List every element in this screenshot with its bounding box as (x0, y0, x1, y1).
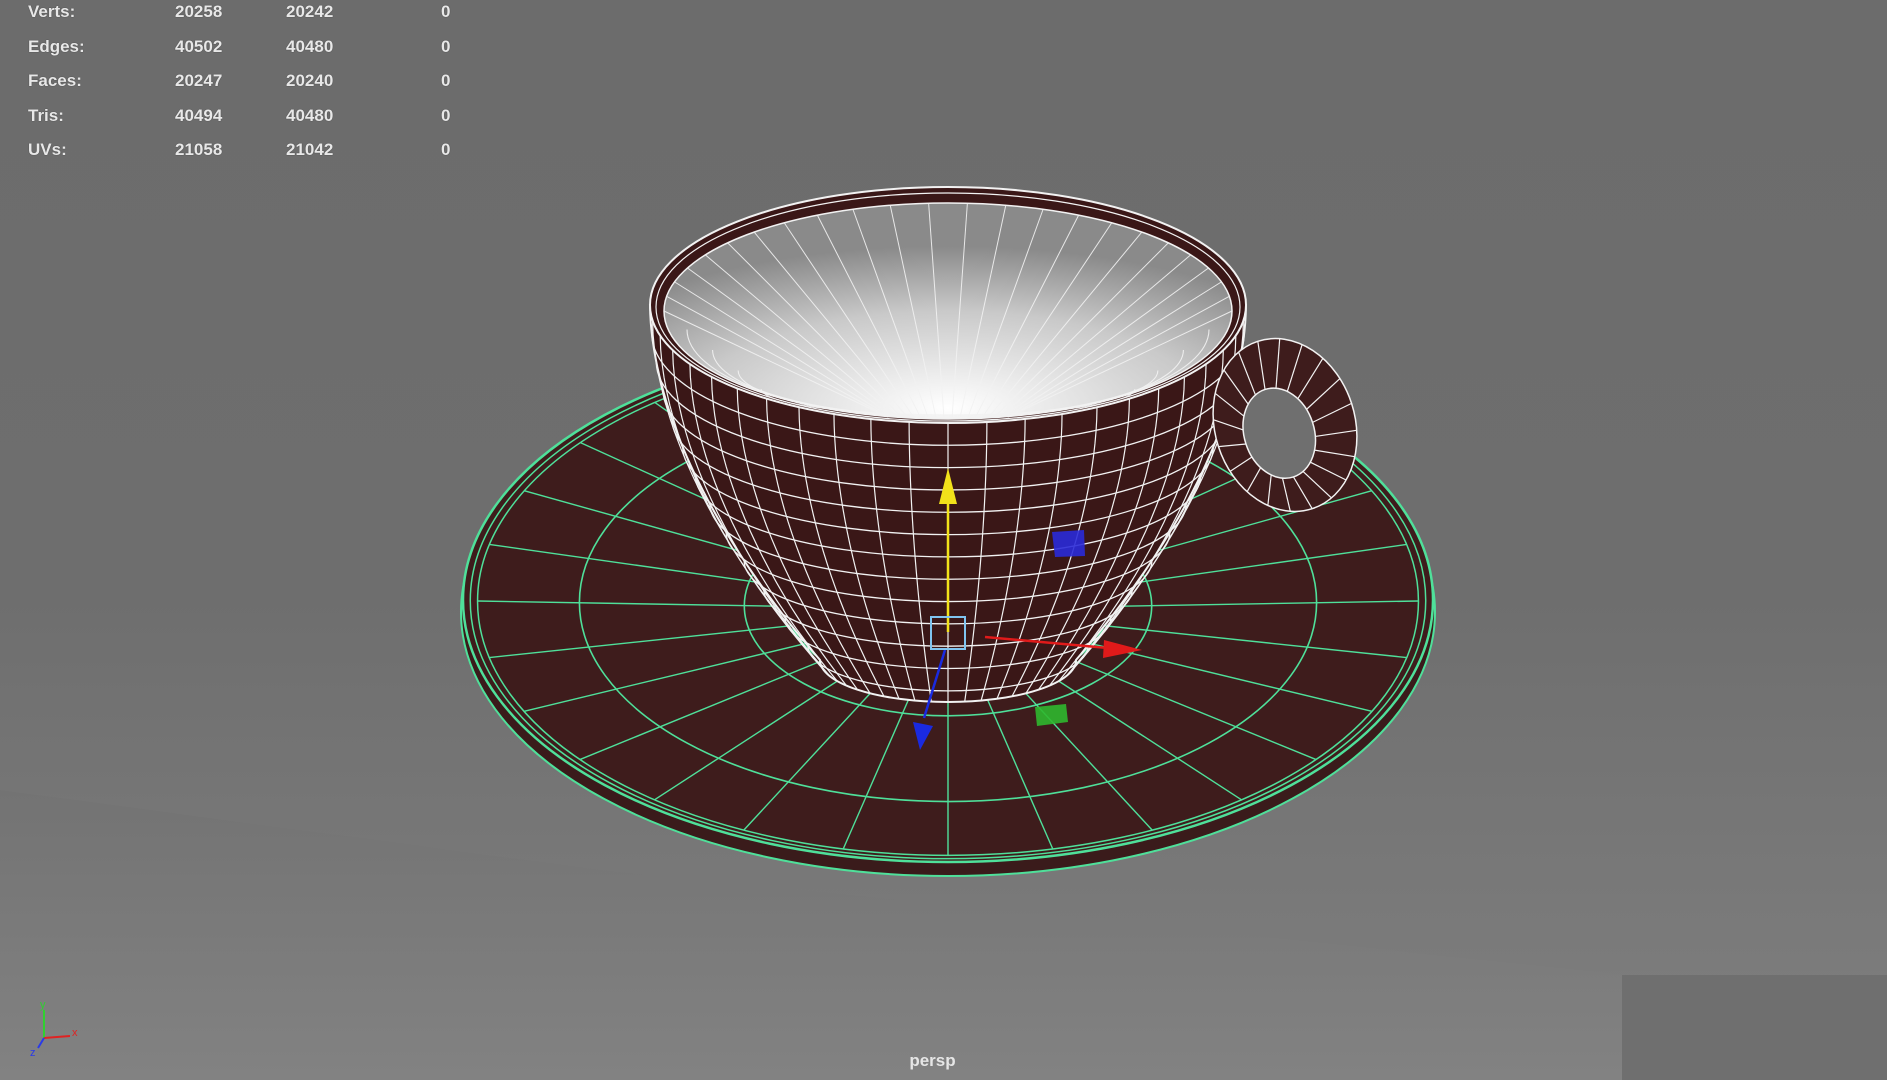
camera-name-label: persp (909, 1051, 956, 1070)
manip-xy-plane-handle[interactable] (1052, 530, 1085, 557)
3d-viewport[interactable]: Verts: 20258 20242 0 Edges: 40502 40480 … (0, 0, 1887, 1080)
axis-x-label: x (72, 1027, 78, 1039)
teacup-model[interactable] (0, 0, 1887, 1080)
view-axis-gizmo: y x z (30, 999, 78, 1058)
axis-y-label: y (40, 999, 46, 1011)
